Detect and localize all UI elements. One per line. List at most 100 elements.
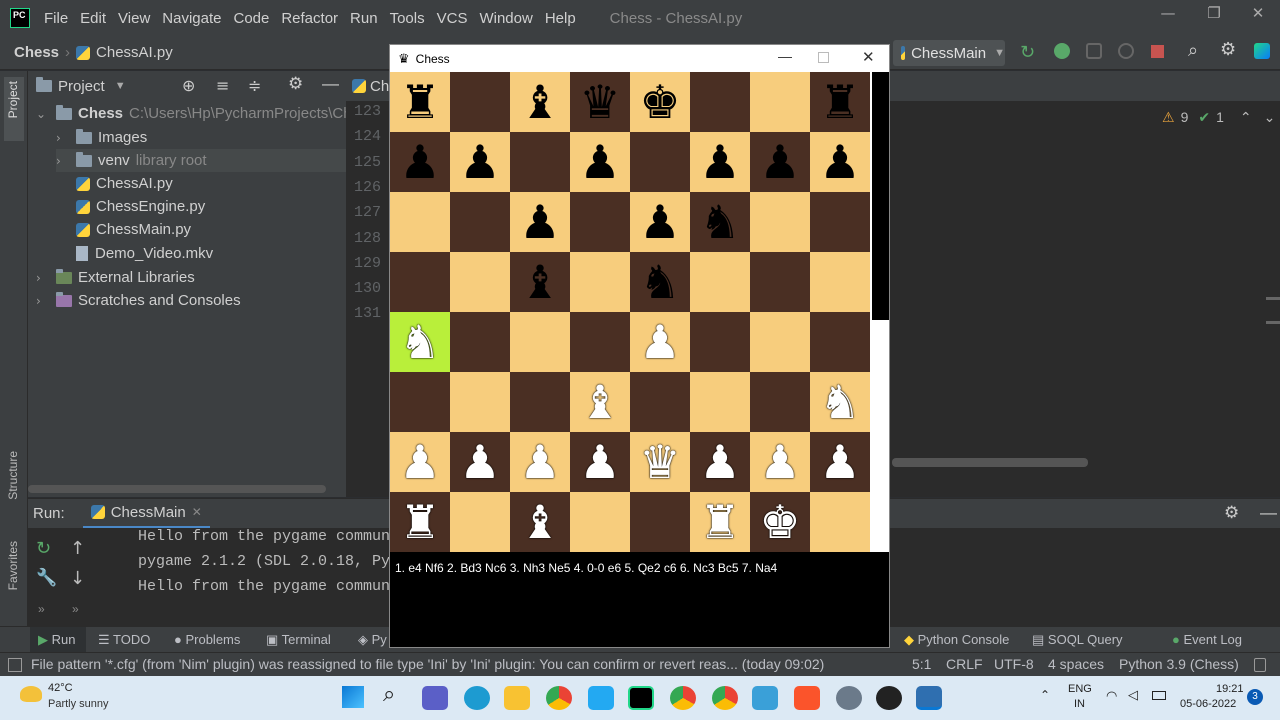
language-region[interactable]: IN bbox=[1074, 698, 1085, 710]
project-tree-item[interactable]: ChessEngine.py bbox=[76, 195, 205, 218]
wifi-icon[interactable]: ◠ bbox=[1106, 689, 1117, 704]
chevron-up-icon[interactable]: ⌃ bbox=[1040, 688, 1050, 702]
chevron-down-icon[interactable]: ▼ bbox=[115, 80, 126, 92]
board-square[interactable]: ♟ bbox=[690, 132, 750, 192]
board-square[interactable]: ♜ bbox=[390, 72, 450, 132]
battery-icon[interactable] bbox=[1152, 691, 1166, 700]
run-config-select[interactable]: ChessMain ▼ bbox=[893, 40, 1005, 66]
file-encoding[interactable]: UTF-8 bbox=[994, 656, 1034, 672]
board-square[interactable]: ♞ bbox=[390, 312, 450, 372]
black-rook-icon[interactable]: ♜ bbox=[399, 72, 440, 132]
white-rook-icon[interactable]: ♜ bbox=[699, 492, 740, 552]
edge-icon[interactable] bbox=[464, 686, 490, 710]
black-pawn-icon[interactable]: ♟ bbox=[699, 132, 740, 192]
hide-icon[interactable]: — bbox=[1260, 503, 1277, 523]
board-square[interactable]: ♟ bbox=[510, 192, 570, 252]
board-square[interactable] bbox=[450, 312, 510, 372]
chess-scroll-thumb[interactable] bbox=[872, 72, 889, 320]
chevron-up-icon[interactable]: ⌃ bbox=[1240, 109, 1252, 126]
chevron-right-icon[interactable]: › bbox=[56, 131, 70, 145]
start-icon[interactable] bbox=[342, 686, 364, 708]
board-square[interactable]: ♟ bbox=[570, 132, 630, 192]
board-square[interactable] bbox=[750, 372, 810, 432]
chevron-right-icon[interactable]: › bbox=[56, 154, 70, 168]
white-knight-icon[interactable]: ♞ bbox=[399, 312, 440, 372]
white-king-icon[interactable]: ♚ bbox=[759, 492, 800, 552]
search-icon[interactable]: ⌕ bbox=[1188, 40, 1198, 61]
menu-vcs[interactable]: VCS bbox=[431, 10, 474, 27]
menu-window[interactable]: Window bbox=[473, 10, 538, 27]
board-square[interactable]: ♟ bbox=[390, 432, 450, 492]
file-explorer-icon[interactable] bbox=[504, 686, 530, 710]
board-square[interactable]: ♞ bbox=[630, 252, 690, 312]
app-icon[interactable] bbox=[752, 686, 778, 710]
menu-file[interactable]: File bbox=[38, 10, 74, 27]
project-tree-item[interactable]: › venv library root bbox=[56, 149, 346, 172]
board-square[interactable] bbox=[750, 72, 810, 132]
white-pawn-icon[interactable]: ♟ bbox=[579, 432, 620, 492]
tool-tab-python-packages[interactable]: ◈ Py bbox=[358, 632, 387, 648]
black-pawn-icon[interactable]: ♟ bbox=[519, 192, 560, 252]
locate-icon[interactable]: ⊕ bbox=[182, 76, 195, 95]
board-square[interactable] bbox=[810, 492, 870, 552]
black-pawn-icon[interactable]: ♟ bbox=[819, 132, 860, 192]
board-square[interactable]: ♝ bbox=[510, 492, 570, 552]
board-square[interactable]: ♜ bbox=[690, 492, 750, 552]
board-square[interactable]: ♝ bbox=[510, 72, 570, 132]
board-square[interactable]: ♟ bbox=[690, 432, 750, 492]
menu-edit[interactable]: Edit bbox=[74, 10, 112, 27]
menu-refactor[interactable]: Refactor bbox=[275, 10, 344, 27]
project-tree-item[interactable]: › Scratches and Consoles bbox=[36, 289, 241, 312]
board-square[interactable] bbox=[690, 372, 750, 432]
notification-badge[interactable]: 3 bbox=[1247, 689, 1263, 705]
board-square[interactable] bbox=[510, 312, 570, 372]
board-square[interactable] bbox=[630, 492, 690, 552]
favorites-tool-label[interactable]: Favorites bbox=[6, 541, 20, 590]
board-square[interactable]: ♟ bbox=[390, 132, 450, 192]
board-square[interactable] bbox=[450, 492, 510, 552]
board-square[interactable] bbox=[750, 192, 810, 252]
chrome-icon[interactable] bbox=[546, 686, 572, 710]
project-tree-item[interactable]: › External Libraries bbox=[36, 266, 195, 289]
teams-icon[interactable] bbox=[422, 686, 448, 710]
structure-tool-label[interactable]: Structure bbox=[6, 451, 20, 500]
tool-tab-run[interactable]: ▶ Run bbox=[38, 632, 75, 648]
clock-date[interactable]: 05-06-2022 bbox=[1180, 698, 1236, 710]
menu-help[interactable]: Help bbox=[539, 10, 582, 27]
volume-icon[interactable]: ◁ bbox=[1128, 688, 1138, 703]
project-tree-item[interactable]: Demo_Video.mkv bbox=[76, 242, 213, 265]
white-pawn-icon[interactable]: ♟ bbox=[459, 432, 500, 492]
close-tab-icon[interactable]: ✕ bbox=[192, 505, 202, 519]
profile-icon[interactable] bbox=[1118, 43, 1134, 59]
menu-code[interactable]: Code bbox=[227, 10, 275, 27]
close-icon[interactable]: ✕ bbox=[862, 48, 875, 66]
vscode-icon[interactable] bbox=[588, 686, 614, 710]
white-queen-icon[interactable]: ♛ bbox=[639, 432, 680, 492]
board-square[interactable]: ♚ bbox=[630, 72, 690, 132]
breadcrumb-project[interactable]: Chess bbox=[14, 44, 59, 61]
board-square[interactable]: ♟ bbox=[510, 432, 570, 492]
board-square[interactable]: ♛ bbox=[570, 72, 630, 132]
white-pawn-icon[interactable]: ♟ bbox=[819, 432, 860, 492]
project-tree-item[interactable]: ChessMain.py bbox=[76, 218, 191, 241]
board-square[interactable]: ♟ bbox=[750, 432, 810, 492]
board-square[interactable]: ♛ bbox=[630, 432, 690, 492]
chrome-icon[interactable] bbox=[670, 686, 696, 710]
hide-icon[interactable]: — bbox=[322, 74, 339, 94]
black-queen-icon[interactable]: ♛ bbox=[579, 72, 620, 132]
arrow-down-icon[interactable]: ↓ bbox=[70, 568, 85, 589]
menu-navigate[interactable]: Navigate bbox=[156, 10, 227, 27]
settings-icon[interactable]: ⚙ bbox=[1224, 503, 1239, 523]
settings-icon[interactable]: ⚙ bbox=[1220, 39, 1236, 60]
horizontal-scrollbar[interactable] bbox=[28, 485, 326, 493]
white-bishop-icon[interactable]: ♝ bbox=[519, 492, 560, 552]
board-square[interactable] bbox=[570, 312, 630, 372]
black-knight-icon[interactable]: ♞ bbox=[639, 252, 680, 312]
indent-setting[interactable]: 4 spaces bbox=[1048, 656, 1104, 672]
board-square[interactable]: ♟ bbox=[630, 312, 690, 372]
black-pawn-icon[interactable]: ♟ bbox=[579, 132, 620, 192]
board-square[interactable] bbox=[390, 372, 450, 432]
settings-icon[interactable] bbox=[836, 686, 862, 710]
toggle-tool-windows-icon[interactable] bbox=[8, 658, 22, 672]
board-square[interactable] bbox=[450, 192, 510, 252]
